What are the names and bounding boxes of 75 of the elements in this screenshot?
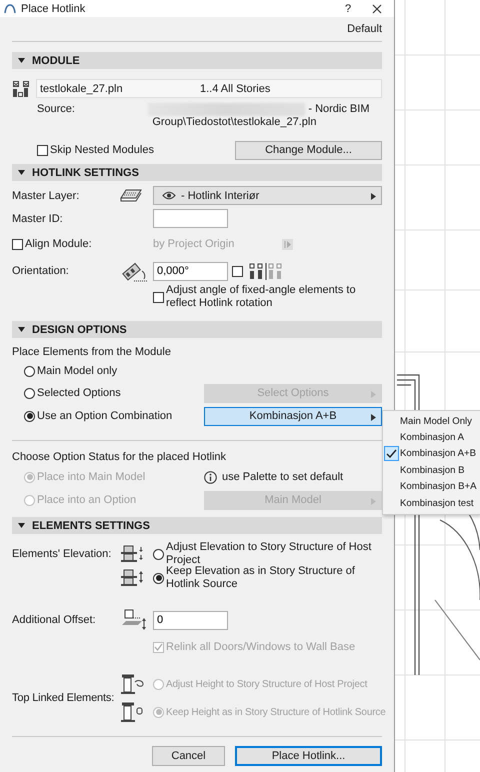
checkbox-label: Relink all Doors/Windows to Wall Base: [166, 641, 356, 653]
menu-item[interactable]: Kombinasjon B: [383, 462, 480, 479]
radio-label: Adjust Height to Story Structure of Host Project: [166, 678, 368, 690]
column-icon: [120, 673, 146, 695]
section-text: Choose Option Status for the placed Hotlink: [12, 451, 226, 463]
section-header[interactable]: ELEMENTS SETTINGS: [12, 517, 382, 534]
offset-icon: [120, 608, 148, 632]
checkbox-label: Adjust angle of fixed-angle elements to reflect Hotlink rotation: [166, 284, 357, 310]
checkbox-label: Align Module:: [25, 238, 92, 250]
radio-label: Place into an Option: [37, 494, 138, 506]
radio-button[interactable]: [24, 410, 35, 422]
radio-button[interactable]: [24, 388, 35, 398]
radio-label: Main Model only: [37, 365, 118, 377]
radio-label: Adjust Elevation to Story Structure of Host Project: [166, 541, 372, 566]
arrow-icon: [371, 193, 376, 200]
elevation-icon: [120, 568, 146, 588]
checkbox[interactable]: [153, 292, 164, 303]
field-label: Additional Offset:: [12, 614, 97, 626]
menu-item[interactable]: Main Model Only: [383, 413, 480, 430]
radio-button[interactable]: [153, 548, 164, 560]
section-header[interactable]: MODULE: [12, 52, 382, 69]
field-label: Top Linked Elements:: [12, 692, 116, 704]
menu-item[interactable]: Kombinasjon A+B: [383, 446, 480, 462]
check-icon: [154, 643, 163, 651]
checkbox[interactable]: [232, 266, 243, 276]
source-path: Group\Tiedostot\testlokale_27.pln: [152, 116, 316, 128]
radio-label: Keep Height as in Story Structure of Hotlink Source: [166, 706, 386, 718]
radio-label: Keep Elevation as in Story Structure of Hotlink Source: [166, 565, 356, 591]
info-text: use Palette to set default: [222, 471, 344, 483]
eye-icon: [162, 191, 176, 200]
building-icon: [12, 80, 30, 98]
source-label: Source:: [36, 103, 76, 116]
elevation-icon: [120, 544, 146, 564]
section-header[interactable]: HOTLINK SETTINGS: [12, 164, 382, 181]
layer-name: - Hotlink Interiør: [181, 190, 260, 202]
radio-label: Place into Main Model: [37, 471, 146, 483]
radio-button[interactable]: [24, 366, 35, 376]
source-path: - Nordic BIM: [308, 103, 370, 116]
layers-icon: [120, 188, 142, 204]
arrow-icon: [371, 414, 376, 420]
close-icon[interactable]: [372, 4, 382, 14]
preset-label: Default: [347, 23, 382, 35]
file-name: testlokale_27.pln: [40, 82, 124, 94]
help-button[interactable]: ?: [338, 2, 358, 14]
change-module-button[interactable]: Change Module...: [235, 140, 382, 160]
section-header[interactable]: DESIGN OPTIONS: [12, 321, 382, 338]
arrow-icon: [371, 498, 376, 504]
menu-item[interactable]: Kombinasjon A: [383, 429, 480, 446]
check-icon: [386, 448, 397, 458]
app-logo-icon: [4, 4, 16, 14]
field-label: Master ID:: [12, 212, 64, 224]
radio-button[interactable]: [153, 572, 164, 584]
layer-dropdown[interactable]: - Hotlink Interiør: [153, 186, 382, 205]
menu-item[interactable]: Kombinasjon B+A: [383, 478, 480, 495]
menu-item[interactable]: Kombinasjon test: [383, 494, 480, 512]
checkbox[interactable]: [37, 144, 48, 156]
option-dropdown[interactable]: Kombinasjon A+B: [204, 406, 382, 426]
radio-label: Selected Options: [37, 387, 122, 399]
checkbox-label: Skip Nested Modules: [50, 144, 155, 156]
window-title: Place Hotlink: [21, 2, 86, 14]
section-text: Place Elements from the Module: [12, 346, 171, 358]
field-label: Orientation:: [12, 265, 70, 277]
align-option: by Project Origin: [153, 238, 278, 250]
checkbox[interactable]: [12, 238, 23, 250]
info-icon: [204, 470, 217, 484]
arrow-icon: [371, 390, 376, 398]
angle-field[interactable]: 0,000°: [153, 262, 228, 280]
dialog-button[interactable]: Cancel: [152, 746, 225, 766]
stories-range: 1..4 All Stories: [200, 82, 270, 94]
radio-label: Use an Option Combination: [37, 410, 174, 422]
field-label: Master Layer:: [12, 190, 80, 202]
dialog-button[interactable]: Place Hotlink...: [235, 746, 382, 766]
master-id-field[interactable]: [153, 209, 228, 228]
offset-field[interactable]: 0: [153, 610, 228, 630]
field-label: Elements' Elevation:: [12, 548, 112, 560]
